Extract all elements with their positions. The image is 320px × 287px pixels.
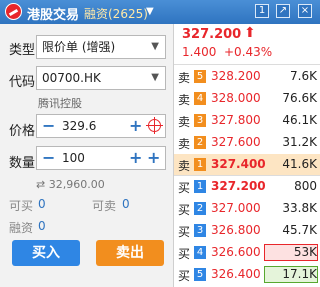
- crosshair-icon[interactable]: [146, 117, 163, 134]
- quantity-label: 数量: [9, 156, 36, 171]
- bid-price: 326.400: [211, 267, 261, 281]
- order-type-select[interactable]: 限价单 (增强) ▼: [36, 35, 166, 59]
- ask-row-3[interactable]: 卖 3 327.800 46.1K: [174, 110, 320, 131]
- bid-volume: 45.7K: [282, 223, 317, 237]
- pin-button[interactable]: 1: [255, 4, 269, 18]
- ask-price: 328.000: [211, 91, 261, 105]
- bid-side-label: 买: [178, 225, 191, 239]
- ask-price: 327.600: [211, 135, 261, 149]
- ask-level-badge: 1: [194, 158, 206, 171]
- account-selector[interactable]: 融资(2625): [84, 5, 148, 22]
- bid-row-4[interactable]: 买 4 326.600 53K: [174, 242, 320, 263]
- price-input[interactable]: − 329.6 +: [36, 114, 166, 138]
- popout-button[interactable]: ↗: [276, 4, 290, 18]
- bid-side-label: 买: [178, 269, 191, 283]
- ask-level-badge: 2: [194, 136, 206, 149]
- ask-row-5[interactable]: 卖 5 328.200 7.6K: [174, 66, 320, 87]
- bid-row-5[interactable]: 买 5 326.400 17.1K: [174, 264, 320, 285]
- trade-window: 港股交易 融资(2625) ▼ 1 ↗ × 类型 限价单 (增强) ▼ 代码 0…: [0, 0, 320, 287]
- ask-side-label: 卖: [178, 71, 191, 85]
- quote-panel: 327.200 ⬆ 1.400 +0.43% 卖 5 328.200 7.6K …: [173, 24, 320, 287]
- ask-volume: 7.6K: [290, 69, 317, 83]
- buy-button[interactable]: 买入: [12, 240, 80, 266]
- ask-row-4[interactable]: 卖 4 328.000 76.6K: [174, 88, 320, 109]
- bid-price: 326.800: [211, 223, 261, 237]
- bid-price: 327.200: [211, 179, 266, 193]
- ask-price: 327.800: [211, 113, 261, 127]
- ask-volume: 31.2K: [282, 135, 317, 149]
- quantity-decrease-button[interactable]: −: [42, 147, 55, 169]
- quantity-plus-more-button[interactable]: +: [147, 147, 160, 169]
- margin-value: 0: [38, 219, 46, 233]
- code-label: 代码: [9, 75, 36, 90]
- sell-button[interactable]: 卖出: [96, 240, 164, 266]
- price-change-value: 1.400: [182, 45, 217, 59]
- price-increase-button[interactable]: +: [129, 115, 142, 137]
- margin-label: 融资: [9, 221, 34, 235]
- order-form: 类型 限价单 (增强) ▼ 代码 00700.HK ▼ 腾讯控股 价格 − 32…: [0, 24, 172, 287]
- divider: [174, 64, 320, 65]
- bid-row-3[interactable]: 买 3 326.800 45.7K: [174, 220, 320, 241]
- buyable-label: 可买: [9, 199, 34, 213]
- chevron-down-icon[interactable]: ▼: [151, 67, 159, 89]
- ask-price: 327.400: [211, 157, 266, 171]
- bid-side-label: 买: [178, 247, 191, 261]
- bid-level-badge: 2: [194, 202, 206, 215]
- ask-volume: 41.6K: [282, 157, 317, 171]
- title-bar[interactable]: 港股交易 融资(2625) ▼ 1 ↗ ×: [0, 0, 320, 24]
- bid-row-1[interactable]: 买 1 327.200 800: [174, 176, 320, 197]
- app-logo-icon: [5, 3, 22, 20]
- arrow-up-icon: ⬆: [244, 25, 256, 41]
- window-title: 港股交易: [27, 8, 80, 23]
- ask-side-label: 卖: [178, 115, 191, 129]
- price-change-pct: +0.43%: [224, 45, 273, 59]
- price-change: 1.400 +0.43%: [182, 45, 272, 59]
- ask-volume: 46.1K: [282, 113, 317, 127]
- ask-level-badge: 3: [194, 114, 206, 127]
- stock-code-input[interactable]: 00700.HK ▼: [36, 66, 166, 90]
- type-label: 类型: [9, 43, 36, 58]
- bid-level-badge: 1: [194, 180, 206, 193]
- bid-price: 327.000: [211, 201, 261, 215]
- order-type-value: 限价单 (增强): [42, 40, 116, 54]
- ask-row-2[interactable]: 卖 2 327.600 31.2K: [174, 132, 320, 153]
- ask-side-label: 卖: [178, 137, 191, 151]
- bid-level-badge: 4: [194, 246, 206, 259]
- bid-volume: 17.1K: [282, 267, 317, 281]
- order-amount: ⇄ 32,960.00: [36, 178, 105, 191]
- ask-level-badge: 4: [194, 92, 206, 105]
- buyable-value: 0: [38, 197, 46, 211]
- price-decrease-button[interactable]: −: [42, 115, 55, 137]
- sellable-value: 0: [122, 197, 130, 211]
- ask-price: 328.200: [211, 69, 261, 83]
- bid-level-badge: 5: [194, 268, 206, 281]
- ask-volume: 76.6K: [282, 91, 317, 105]
- close-button[interactable]: ×: [298, 4, 312, 18]
- bid-volume: 33.8K: [282, 201, 317, 215]
- bid-side-label: 买: [178, 203, 191, 217]
- quantity-increase-button[interactable]: +: [129, 147, 142, 169]
- ask-side-label: 卖: [178, 159, 191, 173]
- ask-level-badge: 5: [194, 70, 206, 83]
- stock-name: 腾讯控股: [38, 97, 82, 110]
- price-value: 329.6: [62, 119, 97, 133]
- bid-price: 326.600: [211, 245, 261, 259]
- order-amount-value: 32,960.00: [48, 178, 105, 191]
- last-price: 327.200: [182, 27, 242, 42]
- sellable-label: 可卖: [92, 199, 117, 213]
- bid-volume: 800: [294, 179, 317, 193]
- bid-side-label: 买: [178, 181, 191, 195]
- quantity-value: 100: [62, 151, 85, 165]
- bid-volume: 53K: [293, 245, 317, 259]
- quantity-stepper[interactable]: − 100 + +: [36, 146, 166, 170]
- chevron-down-icon[interactable]: ▼: [146, 6, 154, 17]
- stock-code-value: 00700.HK: [42, 71, 101, 85]
- ask-side-label: 卖: [178, 93, 191, 107]
- bid-row-2[interactable]: 买 2 327.000 33.8K: [174, 198, 320, 219]
- bid-level-badge: 3: [194, 224, 206, 237]
- ask-row-1[interactable]: 卖 1 327.400 41.6K: [174, 154, 320, 175]
- chevron-down-icon[interactable]: ▼: [151, 36, 159, 58]
- price-label: 价格: [9, 124, 36, 139]
